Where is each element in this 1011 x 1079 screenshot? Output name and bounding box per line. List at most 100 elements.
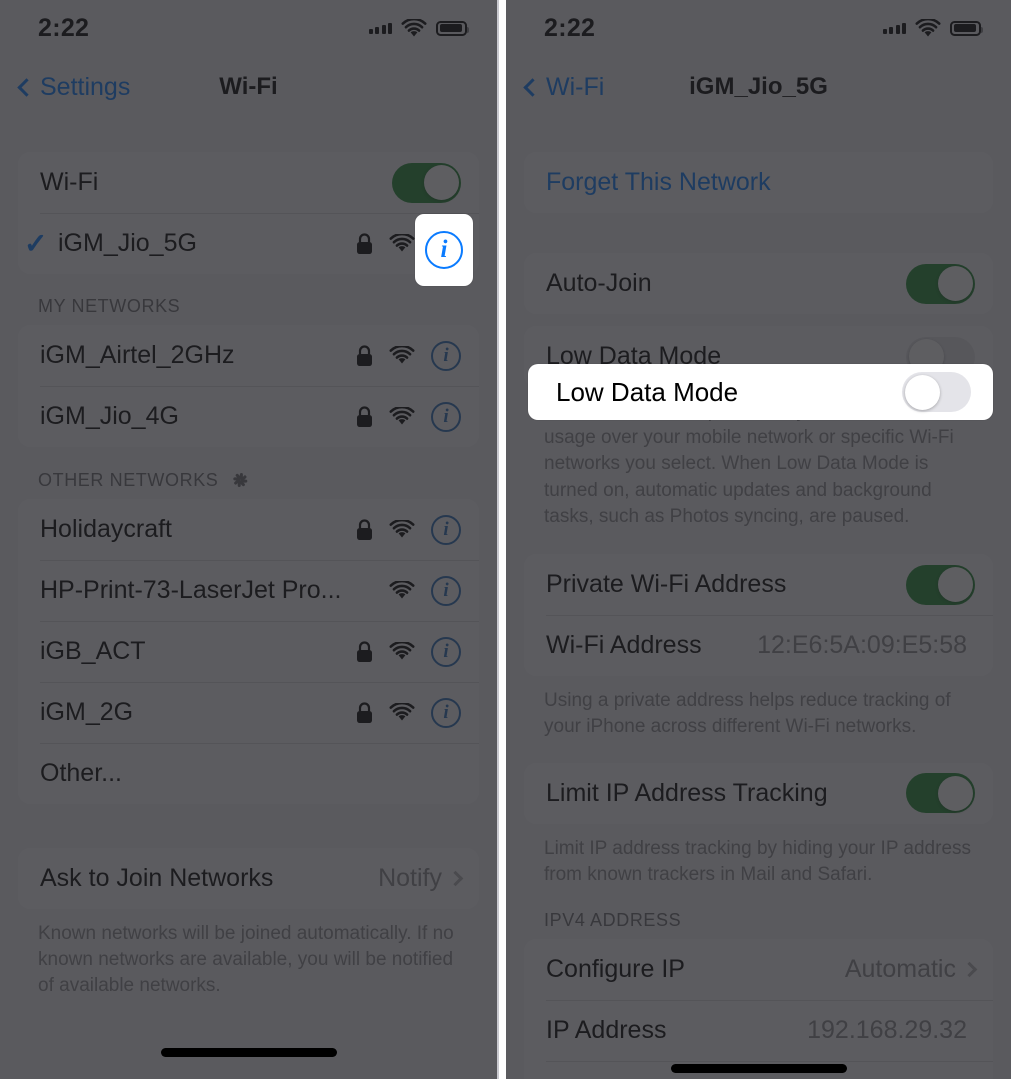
- right-content: Forget This Network Auto-Join Low Data M…: [506, 118, 1011, 1079]
- wifi-icon: [389, 234, 415, 253]
- signal-dots-icon: [882, 22, 906, 34]
- row-accessories: i: [356, 697, 461, 728]
- configure-ip-value: Automatic: [844, 954, 956, 983]
- lock-icon: [356, 344, 373, 367]
- ipv4-address-header: IPV4 ADDRESS: [506, 888, 1011, 939]
- wifi-icon: [389, 581, 415, 600]
- info-circle-icon[interactable]: i: [431, 697, 461, 728]
- ip-address-row: IP Address 192.168.29.32: [524, 999, 993, 1061]
- info-circle-icon[interactable]: i: [431, 514, 461, 545]
- lock-icon: [356, 640, 373, 663]
- row-accessories: i: [356, 401, 461, 432]
- status-bar: 2:22: [506, 0, 1011, 56]
- info-circle-icon[interactable]: i: [431, 340, 461, 371]
- panel-divider: [497, 0, 499, 1079]
- chevron-right-icon: [961, 961, 978, 978]
- limit-ip-tracking-label: Limit IP Address Tracking: [546, 778, 828, 807]
- row-accessories: i: [389, 575, 461, 606]
- highlight-low-data-mode-row[interactable]: Low Data Mode: [528, 364, 993, 420]
- network-name: iGB_ACT: [40, 637, 146, 665]
- configure-ip-label: Configure IP: [546, 954, 685, 983]
- other-networks-group: Holidaycraft i HP-Print-73-LaserJet Pro.…: [18, 499, 479, 804]
- lock-icon: [356, 232, 373, 255]
- private-wifi-address-row[interactable]: Private Wi-Fi Address: [524, 554, 993, 615]
- home-indicator: [160, 1048, 337, 1057]
- ask-to-join-value: Notify: [378, 864, 442, 892]
- right-screen: 2:22 iGM_Jio_5G Wi-Fi Forget This Networ…: [506, 0, 1011, 1079]
- wifi-icon: [389, 346, 415, 365]
- list-item[interactable]: iGB_ACT i: [18, 621, 479, 682]
- list-item[interactable]: iGM_2G i: [18, 682, 479, 743]
- wifi-address-value: 12:E6:5A:09:E5:58: [757, 631, 967, 660]
- checkmark-icon: ✓: [24, 227, 48, 259]
- wifi-address-row: Wi-Fi Address 12:E6:5A:09:E5:58: [524, 615, 993, 676]
- highlight-info-button-igm-jio-5g[interactable]: i: [415, 214, 473, 286]
- other-networks-header: OTHER NETWORKS: [0, 447, 497, 499]
- loading-spinner-icon: [228, 469, 250, 491]
- signal-dots-icon: [368, 22, 392, 34]
- left-phone-screenshot: 2:22 Wi-Fi Settings Wi-Fi ✓ iGM_Jio_5G M…: [0, 0, 497, 1079]
- back-button-wifi[interactable]: Wi-Fi: [523, 72, 605, 102]
- limit-ip-tracking-row[interactable]: Limit IP Address Tracking: [524, 763, 993, 824]
- chevron-left-icon: [17, 77, 36, 97]
- row-accessories: i: [356, 636, 461, 667]
- limit-ip-footnote: Limit IP address tracking by hiding your…: [544, 837, 972, 885]
- nav-bar: iGM_Jio_5G Wi-Fi: [506, 56, 1011, 118]
- status-bar: 2:22: [0, 0, 497, 56]
- forget-network-row[interactable]: Forget This Network: [524, 152, 993, 213]
- private-wifi-address-toggle[interactable]: [906, 564, 975, 605]
- list-item[interactable]: iGM_Airtel_2GHz i: [18, 325, 479, 386]
- status-bar-time: 2:22: [544, 13, 596, 42]
- wifi-address-label: Wi-Fi Address: [546, 631, 702, 660]
- my-networks-header-label: MY NETWORKS: [38, 296, 181, 316]
- network-name: HP-Print-73-LaserJet Pro...: [40, 576, 342, 604]
- other-network-row[interactable]: Other...: [18, 743, 479, 804]
- info-circle-icon[interactable]: i: [431, 401, 461, 432]
- configure-ip-row[interactable]: Configure IP Automatic: [524, 939, 993, 1000]
- ip-address-label: IP Address: [546, 1015, 667, 1044]
- info-circle-icon[interactable]: i: [431, 636, 461, 667]
- lock-icon: [356, 405, 373, 428]
- back-button-label: Settings: [40, 72, 131, 101]
- list-item[interactable]: Holidaycraft i: [18, 499, 479, 560]
- ipv4-group: Configure IP Automatic IP Address 192.16…: [524, 938, 993, 1079]
- wifi-icon: [389, 642, 415, 661]
- right-phone-screenshot: 2:22 iGM_Jio_5G Wi-Fi Forget This Networ…: [506, 0, 1011, 1079]
- auto-join-row[interactable]: Auto-Join: [524, 253, 993, 314]
- network-name: iGM_2G: [40, 698, 134, 726]
- auto-join-toggle[interactable]: [906, 263, 975, 304]
- wifi-icon: [389, 520, 415, 539]
- back-button-label: Wi-Fi: [546, 72, 605, 101]
- wifi-toggle[interactable]: [392, 162, 461, 203]
- forget-network-label: Forget This Network: [546, 168, 771, 196]
- ask-to-join-row[interactable]: Ask to Join Networks Notify: [18, 848, 479, 909]
- row-accessories: i: [356, 340, 461, 371]
- limit-ip-tracking-toggle[interactable]: [906, 773, 975, 814]
- chevron-left-icon: [523, 77, 542, 97]
- network-name: Holidaycraft: [40, 515, 172, 543]
- other-networks-header-label: OTHER NETWORKS: [38, 469, 219, 490]
- private-address-group: Private Wi-Fi Address Wi-Fi Address 12:E…: [524, 554, 993, 677]
- left-screen: 2:22 Wi-Fi Settings Wi-Fi ✓ iGM_Jio_5G M…: [0, 0, 497, 1079]
- chevron-right-icon: [447, 870, 464, 887]
- row-accessories: i: [356, 514, 461, 545]
- ask-to-join-footnote: Known networks will be joined automatica…: [38, 923, 454, 997]
- list-item[interactable]: iGM_Jio_4G i: [18, 386, 479, 447]
- wifi-icon: [389, 703, 415, 722]
- list-item[interactable]: HP-Print-73-LaserJet Pro... i: [18, 560, 479, 621]
- connected-network-name: iGM_Jio_5G: [58, 229, 197, 257]
- home-indicator: [670, 1064, 847, 1073]
- back-button-settings[interactable]: Settings: [17, 72, 131, 102]
- wifi-icon: [401, 18, 427, 38]
- battery-icon: [950, 20, 983, 36]
- info-circle-icon[interactable]: i: [431, 575, 461, 606]
- info-circle-icon[interactable]: i: [425, 231, 463, 269]
- other-network-label: Other...: [40, 759, 122, 787]
- status-bar-indicators: [368, 18, 469, 38]
- low-data-mode-label: Low Data Mode: [556, 376, 739, 407]
- wifi-icon: [915, 18, 941, 38]
- low-data-mode-toggle[interactable]: [902, 372, 971, 412]
- nav-bar: Wi-Fi Settings: [0, 56, 497, 118]
- connected-network-row[interactable]: ✓ iGM_Jio_5G i: [18, 213, 479, 274]
- wifi-toggle-row[interactable]: Wi-Fi: [18, 152, 479, 213]
